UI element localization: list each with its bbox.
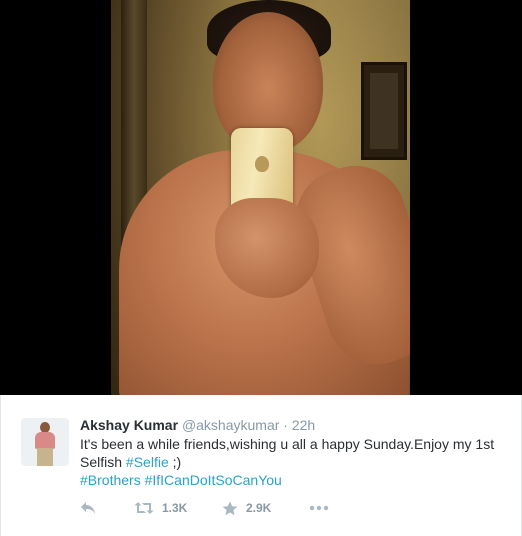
more-button[interactable] (309, 499, 329, 517)
tweet-timestamp[interactable]: 22h (292, 417, 315, 433)
retweet-button[interactable]: 1.3K (134, 499, 187, 517)
avatar-figure-legs (37, 448, 53, 466)
tweet-text-line-3: #Brothers #IfICanDoItSoCanYou (80, 471, 510, 489)
hashtag-selfie-link[interactable]: #Selfie (126, 454, 169, 470)
tweet-header: Akshay Kumar @akshaykumar · 22h (80, 416, 315, 434)
favorite-count: 2.9K (246, 501, 272, 515)
author-name[interactable]: Akshay Kumar (80, 417, 178, 433)
tweet-media[interactable] (0, 0, 522, 395)
header-separator: · (283, 417, 288, 433)
tweet-actions: 1.3K 2.9K (80, 499, 380, 517)
reply-button[interactable] (80, 499, 96, 517)
tweet-card: Akshay Kumar @akshaykumar · 22h It's bee… (0, 0, 522, 536)
more-icon (309, 505, 329, 511)
photo-wall-frame (361, 62, 407, 160)
phone-logo-icon (255, 156, 269, 172)
star-icon (222, 501, 238, 515)
hashtag-ificandoit-link[interactable]: #IfICanDoItSoCanYou (145, 472, 282, 488)
tweet-text-suffix: ;) (168, 454, 182, 470)
hashtag-brothers-link[interactable]: #Brothers (80, 472, 141, 488)
tweet-body: Akshay Kumar @akshaykumar · 22h It's bee… (0, 395, 522, 536)
reply-icon (81, 502, 95, 514)
tweet-text-line-1: It's been a while friends,wishing u all … (80, 435, 510, 453)
tweet-text: It's been a while friends,wishing u all … (80, 435, 510, 489)
avatar-figure-shirt (35, 432, 55, 449)
tweet-text-line-2: Selfish #Selfie ;) (80, 453, 510, 471)
retweet-count: 1.3K (162, 501, 188, 515)
tweet-text-prefix: Selfish (80, 454, 126, 470)
avatar[interactable] (21, 418, 69, 466)
retweet-icon (134, 502, 154, 514)
selfie-photo[interactable] (111, 0, 410, 395)
tweet-text-line1: It's been a while friends,wishing u all … (80, 436, 495, 452)
author-handle[interactable]: @akshaykumar (182, 417, 279, 433)
favorite-button[interactable]: 2.9K (222, 499, 271, 517)
